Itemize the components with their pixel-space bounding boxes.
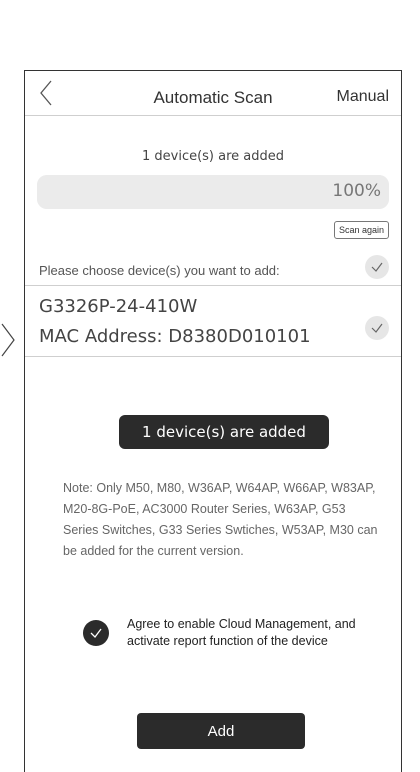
scan-progress-bar: 100% [37,175,389,209]
agree-checkbox[interactable] [83,620,109,646]
device-list-item[interactable]: G3326P-24-410W MAC Address: D8380D010101 [25,286,401,357]
device-checkbox[interactable] [365,316,389,340]
manual-button[interactable]: Manual [337,88,389,106]
scan-again-button[interactable]: Scan again [333,221,389,239]
phone-screen: Automatic Scan Manual 1 device(s) are ad… [24,70,402,772]
device-model: G3326P-24-410W [39,296,198,317]
choose-devices-row: Please choose device(s) you want to add: [25,249,401,286]
checkmark-icon [371,262,383,272]
scan-summary: 1 device(s) are added [141,149,285,164]
chevron-right-icon[interactable] [0,320,16,360]
choose-devices-label: Please choose device(s) you want to add: [39,263,280,278]
agree-label: Agree to enable Cloud Management, and ac… [127,617,356,648]
add-button[interactable]: Add [137,713,305,749]
checkmark-icon [90,628,102,638]
toast-message: 1 device(s) are added [119,415,329,449]
checkmark-icon [371,323,383,333]
device-mac-address: MAC Address: D8380D010101 [39,326,311,347]
compatibility-note: Note: Only M50, M80, W36AP, W64AP, W66AP… [63,481,378,558]
select-all-checkbox[interactable] [365,255,389,279]
header-bar: Automatic Scan Manual [25,71,401,116]
scan-progress-text: 100% [332,181,381,201]
